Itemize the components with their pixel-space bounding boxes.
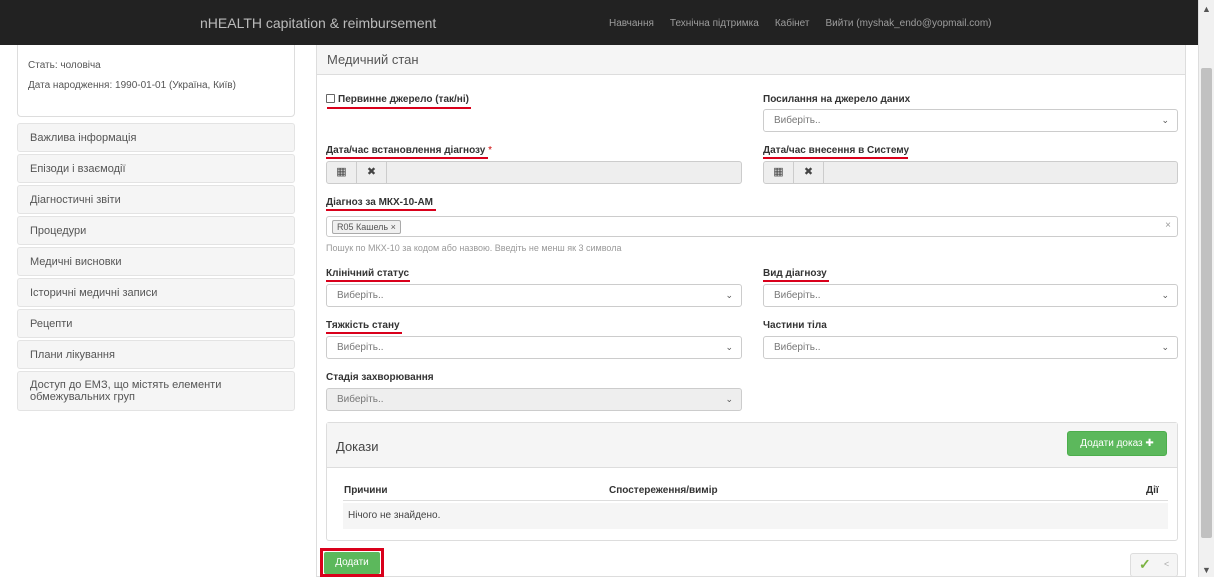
clear-icon[interactable]: ✖ [357, 162, 387, 183]
nav-links: Навчання Технічна підтримка Кабінет Вийт… [609, 18, 992, 29]
table-row: Нічого не знайдено. [343, 503, 1168, 529]
sidebar-item-restricted-access[interactable]: Доступ до ЕМЗ, що містять елементи обмеж… [17, 371, 295, 411]
entry-datetime-field[interactable]: ▦ ✖ [763, 161, 1178, 184]
severity-label: Тяжкість стану [326, 320, 400, 331]
sidebar-menu: Важлива інформація Епізоди і взаємодії Д… [17, 123, 295, 413]
primary-source-label: Первинне джерело (так/ні) [338, 94, 469, 105]
chevron-down-icon: ⌄ [1161, 290, 1169, 300]
col-observations: Спостереження/вимір [609, 485, 718, 496]
patient-gender: Стать: чоловіча [28, 60, 101, 71]
page-scrollbar[interactable]: ▲ ▼ [1198, 0, 1214, 577]
source-ref-select[interactable]: Виберіть.. ⌄ [763, 109, 1178, 132]
annotation-underline [327, 107, 471, 109]
source-ref-value: Виберіть.. [774, 115, 821, 126]
sidebar-item-diagnostic-reports[interactable]: Діагностичні звіти [17, 185, 295, 214]
clear-icon[interactable]: ✖ [794, 162, 824, 183]
entry-datetime-label: Дата/час внесення в Систему [763, 145, 910, 156]
annotation-underline [326, 209, 436, 211]
add-evidence-button[interactable]: Додати доказ ✚ [1067, 431, 1167, 456]
sidebar-item-important-info[interactable]: Важлива інформація [17, 123, 295, 152]
primary-source-checkbox[interactable] [326, 94, 335, 103]
scroll-down-icon[interactable]: ▼ [1202, 565, 1211, 575]
evidence-heading: Докази Додати доказ ✚ [327, 423, 1177, 468]
icd-select[interactable]: R05 Кашель × × [326, 216, 1178, 237]
scroll-up-icon[interactable]: ▲ [1202, 4, 1211, 14]
nav-link-logout[interactable]: Вийти (myshak_endo@yopmail.com) [826, 18, 992, 29]
chevron-down-icon: ⌄ [1161, 342, 1169, 352]
sidebar-item-episodes[interactable]: Епізоди і взаємодії [17, 154, 295, 183]
chevron-down-icon: ⌄ [725, 290, 733, 300]
chevron-down-icon: ⌄ [725, 394, 733, 404]
annotation-underline [326, 157, 488, 159]
body-parts-select[interactable]: Виберіть.. ⌄ [763, 336, 1178, 359]
chevron-down-icon: ⌄ [1161, 115, 1169, 125]
widget-logo-icon: ✓ [1139, 556, 1151, 572]
clinical-status-value: Виберіть.. [337, 290, 384, 301]
diag-type-select[interactable]: Виберіть.. ⌄ [763, 284, 1178, 307]
submit-highlight: Додати [320, 548, 384, 577]
annotation-underline [326, 332, 402, 334]
icd-label: Діагноз за МКХ-10-АМ [326, 197, 434, 208]
body-parts-label: Частини тіла [763, 320, 827, 331]
table-divider [343, 500, 1168, 501]
stage-label: Стадія захворювання [326, 372, 434, 383]
submit-button[interactable]: Додати [324, 552, 380, 574]
icd-help-text: Пошук по МКХ-10 за кодом або назвою. Вве… [326, 243, 622, 253]
chevron-down-icon: ⌄ [725, 342, 733, 352]
stage-value: Виберіть.. [337, 394, 384, 405]
stage-select[interactable]: Виберіть.. ⌄ [326, 388, 742, 411]
sidebar-item-treatment-plans[interactable]: Плани лікування [17, 340, 295, 369]
severity-value: Виберіть.. [337, 342, 384, 353]
annotation-underline [326, 280, 410, 282]
nav-link-training[interactable]: Навчання [609, 18, 654, 29]
diag-datetime-field[interactable]: ▦ ✖ [326, 161, 742, 184]
col-actions: Дії [1146, 485, 1159, 496]
clinical-status-select[interactable]: Виберіть.. ⌄ [326, 284, 742, 307]
severity-select[interactable]: Виберіть.. ⌄ [326, 336, 742, 359]
diag-datetime-label: Дата/час встановлення діагнозу * [326, 145, 493, 156]
brand-title[interactable]: nHEALTH capitation & reimbursement [200, 15, 436, 31]
required-mark: * [488, 145, 493, 156]
patient-info-panel: Стать: чоловіча Дата народження: 1990-01… [17, 33, 295, 117]
patient-birth: Дата народження: 1990-01-01 (Україна, Ки… [28, 80, 236, 91]
sidebar-item-medical-conclusions[interactable]: Медичні висновки [17, 247, 295, 276]
calendar-icon[interactable]: ▦ [327, 162, 357, 183]
annotation-underline [763, 280, 829, 282]
body-parts-value: Виберіть.. [774, 342, 821, 353]
scroll-thumb[interactable] [1201, 68, 1212, 538]
icd-tag[interactable]: R05 Кашель × [332, 220, 401, 234]
nav-link-cabinet[interactable]: Кабінет [775, 18, 810, 29]
annotation-underline [763, 157, 908, 159]
clinical-status-label: Клінічний статус [326, 268, 410, 279]
navbar-overlap [17, 33, 295, 45]
sidebar-item-prescriptions[interactable]: Рецепти [17, 309, 295, 338]
help-widget[interactable]: ✓ < [1130, 553, 1178, 577]
diag-type-label: Вид діагнозу [763, 268, 827, 279]
sidebar-item-procedures[interactable]: Процедури [17, 216, 295, 245]
sidebar-item-history-records[interactable]: Історичні медичні записи [17, 278, 295, 307]
calendar-icon[interactable]: ▦ [764, 162, 794, 183]
panel-heading: Медичний стан [317, 45, 1185, 75]
evidence-panel: Докази Додати доказ ✚ Причини Спостереже… [326, 422, 1178, 541]
evidence-title: Докази [336, 439, 379, 454]
clear-icon[interactable]: × [1165, 220, 1171, 231]
source-ref-label: Посилання на джерело даних [763, 94, 911, 105]
col-reasons: Причини [344, 485, 388, 496]
diag-type-value: Виберіть.. [774, 290, 821, 301]
chevron-left-icon[interactable]: < [1164, 559, 1169, 569]
nav-link-support[interactable]: Технічна підтримка [670, 18, 759, 29]
